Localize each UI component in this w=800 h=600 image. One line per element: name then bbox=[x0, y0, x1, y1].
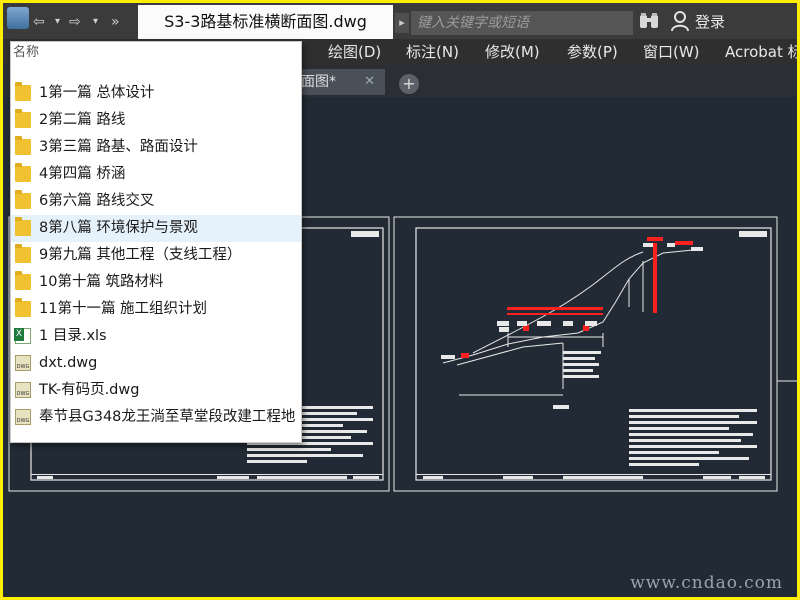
list-item[interactable]: 9第九篇 其他工程（支线工程） bbox=[11, 242, 301, 269]
app-window: ⇦ ▾ ⇨ ▾ » S3-3路基标准横断面图.dwg ▸ 键入关键字或短语 登录… bbox=[3, 3, 797, 597]
list-item[interactable]: 10第十篇 筑路材料 bbox=[11, 269, 301, 296]
new-tab-icon[interactable]: + bbox=[399, 74, 419, 94]
menu-item-window[interactable]: 窗口(W) bbox=[643, 39, 700, 65]
folder-icon bbox=[15, 109, 31, 128]
login-link[interactable]: 登录 bbox=[695, 11, 725, 33]
left-title-block bbox=[31, 474, 383, 479]
folder-icon bbox=[15, 271, 31, 290]
list-item[interactable]: TK-有码页.dwg bbox=[11, 377, 301, 404]
menu-item-parametric[interactable]: 参数(P) bbox=[567, 39, 618, 65]
list-item[interactable]: 3第三篇 路基、路面设计 bbox=[11, 134, 301, 161]
folder-icon bbox=[15, 82, 31, 101]
list-item-highlighted[interactable]: 8第八篇 环境保护与景观 bbox=[11, 215, 301, 242]
list-item[interactable]: 奉节县G348龙王淌至草堂段改建工程地 bbox=[11, 404, 301, 431]
back-dropdown-icon[interactable]: ▾ bbox=[55, 12, 60, 32]
folder-icon bbox=[15, 190, 31, 209]
excel-file-icon bbox=[14, 328, 31, 344]
folder-icon bbox=[15, 244, 31, 263]
list-item[interactable]: 4第四篇 桥涵 bbox=[11, 161, 301, 188]
search-expand-icon[interactable]: ▸ bbox=[395, 13, 409, 33]
cross-section-labels bbox=[441, 243, 703, 409]
file-dropdown: 名称 1第一篇 总体设计 2第二篇 路线 3第三篇 路基、路面设计 4第四篇 桥… bbox=[10, 41, 302, 443]
user-icon[interactable] bbox=[670, 10, 690, 32]
folder-icon bbox=[15, 136, 31, 155]
column-header-name[interactable]: 名称 bbox=[13, 44, 39, 62]
menu-item-dimension[interactable]: 标注(N) bbox=[406, 39, 459, 65]
search-input[interactable]: 键入关键字或短语 bbox=[411, 11, 633, 35]
right-sheet-tag bbox=[739, 231, 767, 237]
folder-icon bbox=[15, 163, 31, 182]
folder-icon bbox=[15, 298, 31, 317]
list-item[interactable]: 6第六篇 路线交叉 bbox=[11, 188, 301, 215]
dwg-file-icon bbox=[15, 409, 31, 425]
list-item[interactable]: 11第十一篇 施工组织计划 bbox=[11, 296, 301, 323]
list-item[interactable]: 1 目录.xls bbox=[11, 323, 301, 350]
back-arrow-icon[interactable]: ⇦ bbox=[33, 12, 45, 32]
left-sheet-tag bbox=[351, 231, 379, 237]
dwg-file-icon bbox=[15, 355, 31, 371]
list-item[interactable]: dxt.dwg bbox=[11, 350, 301, 377]
document-title: S3-3路基标准横断面图.dwg bbox=[138, 5, 393, 39]
title-bar: ⇦ ▾ ⇨ ▾ » S3-3路基标准横断面图.dwg ▸ 键入关键字或短语 登录 bbox=[3, 3, 797, 39]
overflow-icon[interactable]: » bbox=[111, 12, 120, 32]
forward-dropdown-icon[interactable]: ▾ bbox=[93, 12, 98, 32]
dwg-file-icon bbox=[15, 382, 31, 398]
right-title-block bbox=[416, 474, 771, 479]
folder-icon bbox=[15, 217, 31, 236]
app-menu-icon[interactable] bbox=[7, 7, 29, 29]
list-item[interactable]: 1第一篇 总体设计 bbox=[11, 80, 301, 107]
right-sheet-notes bbox=[629, 409, 757, 466]
binoculars-icon[interactable] bbox=[639, 12, 659, 30]
forward-arrow-icon[interactable]: ⇨ bbox=[69, 12, 81, 32]
file-list: 1第一篇 总体设计 2第二篇 路线 3第三篇 路基、路面设计 4第四篇 桥涵 6… bbox=[11, 80, 301, 431]
menu-item-acrobat[interactable]: Acrobat 标 bbox=[725, 39, 797, 65]
menu-item-draw[interactable]: 绘图(D) bbox=[328, 39, 381, 65]
menu-item-modify[interactable]: 修改(M) bbox=[485, 39, 540, 65]
list-item[interactable]: 2第二篇 路线 bbox=[11, 107, 301, 134]
watermark: www.cndao.com bbox=[630, 573, 783, 593]
close-tab-icon[interactable]: ✕ bbox=[364, 69, 375, 95]
